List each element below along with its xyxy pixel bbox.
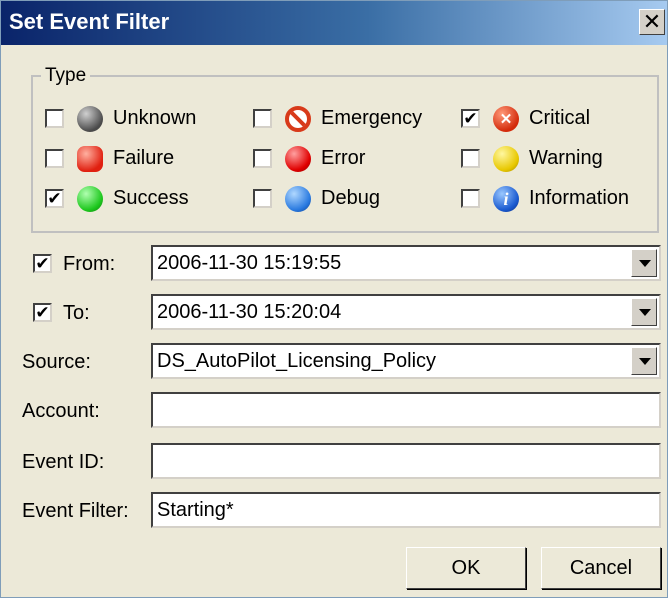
information-label: Information — [529, 187, 630, 209]
from-datetime-combobox[interactable]: 2006-11-30 15:19:55 — [151, 245, 661, 281]
dialog-title: Set Event Filter — [9, 9, 170, 34]
information-checkbox[interactable] — [461, 189, 480, 208]
error-checkbox[interactable] — [253, 149, 272, 168]
success-label: Success — [113, 187, 189, 209]
to-value: 2006-11-30 15:20:04 — [157, 301, 342, 323]
critical-x-icon: ✕ — [493, 106, 519, 132]
debug-label: Debug — [321, 187, 380, 209]
from-label: From: — [63, 253, 116, 275]
failure-label: Failure — [113, 147, 175, 169]
check-mark: ✔ — [47, 189, 62, 208]
check-mark: ✔ — [463, 109, 478, 128]
emergency-no-entry-icon — [285, 106, 311, 132]
information-glyph: i — [503, 188, 509, 209]
to-checkbox[interactable]: ✔ — [33, 303, 52, 322]
from-value: 2006-11-30 15:19:55 — [157, 252, 342, 274]
from-checkbox[interactable]: ✔ — [33, 254, 52, 273]
emergency-label: Emergency — [321, 107, 423, 129]
type-group-label: Type — [41, 65, 91, 87]
failure-red-octagon-icon — [77, 146, 103, 172]
success-checkbox[interactable]: ✔ — [45, 189, 64, 208]
ok-button[interactable]: OK — [406, 547, 526, 589]
source-combobox[interactable]: DS_AutoPilot_Licensing_Policy — [151, 343, 661, 379]
error-red-icon — [285, 146, 311, 172]
event-id-label: Event ID: — [22, 451, 105, 473]
event-filter-label: Event Filter: — [22, 500, 129, 522]
error-label: Error — [321, 147, 366, 169]
close-icon: ✕ — [642, 9, 662, 34]
warning-label: Warning — [529, 147, 603, 169]
cancel-button-label: Cancel — [569, 556, 633, 579]
debug-checkbox[interactable] — [253, 189, 272, 208]
unknown-checkbox[interactable] — [45, 109, 64, 128]
close-button[interactable]: ✕ — [639, 9, 665, 35]
warning-checkbox[interactable] — [461, 149, 480, 168]
event-id-input[interactable] — [151, 443, 661, 479]
source-value: DS_AutoPilot_Licensing_Policy — [157, 350, 437, 372]
critical-checkbox[interactable]: ✔ — [461, 109, 480, 128]
dropdown-arrow-icon[interactable] — [631, 347, 657, 375]
critical-label: Critical — [529, 107, 591, 129]
dropdown-arrow-icon[interactable] — [631, 298, 657, 326]
check-mark: ✔ — [35, 303, 50, 322]
emergency-checkbox[interactable] — [253, 109, 272, 128]
account-label: Account: — [22, 400, 100, 422]
success-green-icon — [77, 186, 103, 212]
failure-checkbox[interactable] — [45, 149, 64, 168]
account-input[interactable] — [151, 392, 661, 428]
information-i-icon: i — [493, 186, 519, 212]
warning-yellow-icon — [493, 146, 519, 172]
dropdown-arrow-icon[interactable] — [631, 249, 657, 277]
unknown-label: Unknown — [113, 107, 197, 129]
ok-button-label: OK — [451, 556, 481, 579]
source-label: Source: — [22, 351, 91, 373]
debug-blue-icon — [285, 186, 311, 212]
critical-glyph: ✕ — [499, 111, 513, 128]
title-bar[interactable]: Set Event Filter ✕ — [1, 1, 667, 45]
to-label: To: — [63, 302, 90, 324]
event-filter-input[interactable] — [151, 492, 661, 528]
check-mark: ✔ — [35, 254, 50, 273]
to-datetime-combobox[interactable]: 2006-11-30 15:20:04 — [151, 294, 661, 330]
cancel-button[interactable]: Cancel — [541, 547, 661, 589]
unknown-gray-icon — [77, 106, 103, 132]
set-event-filter-dialog: Set Event Filter ✕ Type Unknown Emergenc… — [0, 0, 668, 598]
